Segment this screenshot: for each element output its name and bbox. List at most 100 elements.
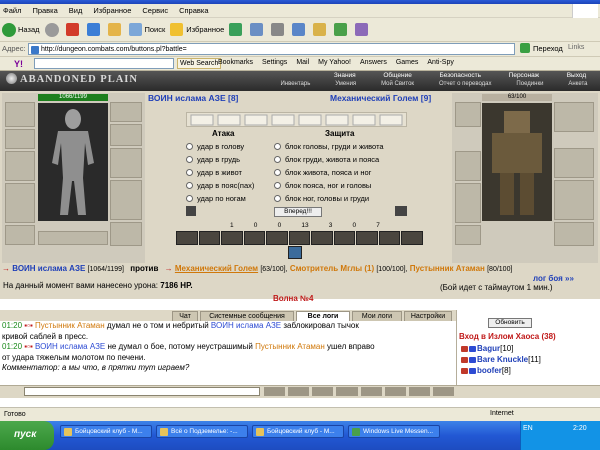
skill-icon[interactable] xyxy=(198,231,221,245)
chat-actor[interactable]: Пустынник Атаман xyxy=(35,321,105,330)
menu-tools[interactable]: Сервис xyxy=(142,6,168,15)
battle-log-link[interactable]: лог боя »» xyxy=(533,274,574,283)
yahoo-search-input[interactable] xyxy=(34,58,174,69)
nav-communication[interactable]: Общение xyxy=(383,72,412,80)
block-legs-head-chest-radio[interactable]: блок ног, головы и груди xyxy=(274,194,369,203)
menu-favorites[interactable]: Избранное xyxy=(93,6,131,15)
menu-edit[interactable]: Правка xyxy=(32,6,57,15)
chat-target[interactable]: Пустынник Атаман xyxy=(255,342,325,351)
task-button[interactable]: Windows Live Messen... xyxy=(348,425,440,438)
my-yahoo-link[interactable]: My Yahoo! xyxy=(318,59,351,66)
weapon-slot[interactable] xyxy=(5,151,35,181)
favorites-button[interactable]: Избранное xyxy=(170,23,224,36)
skill-icon[interactable] xyxy=(401,231,424,245)
menu-help[interactable]: Справка xyxy=(179,6,208,15)
address-input[interactable]: http://dungeon.combats.com/buttons.pl?ba… xyxy=(28,43,515,55)
attack-head-radio[interactable]: удар в голову xyxy=(186,142,244,151)
chat-target[interactable]: ВОИН ислама АЗЕ xyxy=(211,321,281,330)
left-fighter-name[interactable]: ВОИН ислама АЗЕ [8] xyxy=(148,93,238,103)
tool-icon[interactable] xyxy=(384,387,406,396)
menu-view[interactable]: Вид xyxy=(69,6,83,15)
research-button[interactable] xyxy=(355,23,371,36)
history-button[interactable] xyxy=(229,23,245,36)
block-belly-waist-legs-radio[interactable]: блок живота, пояса и ног xyxy=(274,168,371,177)
tab-system[interactable]: Системные сообщения xyxy=(200,311,294,321)
nav-transfers[interactable]: Отчет о переводах xyxy=(439,81,492,89)
forward-button[interactable] xyxy=(44,22,61,37)
user-item[interactable]: Bare Knuckle [11] xyxy=(461,355,541,364)
web-search-button[interactable]: Web Search xyxy=(177,58,222,69)
links-label[interactable]: Links xyxy=(568,44,584,51)
boots-slot[interactable] xyxy=(110,222,142,246)
go-button[interactable]: Переход xyxy=(520,43,563,53)
block-waist-legs-head-radio[interactable]: блок пояса, ног и головы xyxy=(274,181,371,190)
task-button[interactable]: Всё о Подземелье: -... xyxy=(156,425,248,438)
anti-spy-link[interactable]: Anti-Spy xyxy=(427,59,453,66)
user-item[interactable]: Bagur [10] xyxy=(461,344,513,353)
enemy-name[interactable]: Механический Голем xyxy=(175,264,258,273)
start-button[interactable]: пуск xyxy=(0,421,54,450)
block-head-chest-belly-radio[interactable]: блок головы, груди и живота xyxy=(274,142,384,151)
chat-log[interactable]: 01:20 ▪▫▪ Пустынник Атаман думал не о то… xyxy=(0,321,456,385)
tool-icon[interactable] xyxy=(312,387,334,396)
edit-button[interactable] xyxy=(292,23,308,36)
search-button[interactable]: Поиск xyxy=(128,23,165,36)
mail-link[interactable]: Mail xyxy=(296,59,309,66)
attack-submit-button[interactable]: Вперед!!! xyxy=(274,207,322,217)
gem-icon[interactable] xyxy=(288,246,302,259)
enemy-name[interactable]: Пустынник Атаман xyxy=(410,264,485,273)
tab-my-logs[interactable]: Мои логи xyxy=(352,311,402,321)
rings-slot[interactable] xyxy=(38,231,108,245)
refresh-button[interactable]: Обновить xyxy=(488,318,532,328)
bookmarks-button[interactable]: Bookmarks xyxy=(218,59,253,66)
tab-all-logs[interactable]: Все логи xyxy=(296,311,350,321)
block-chest-belly-waist-radio[interactable]: блок груди, живота и пояса xyxy=(274,155,379,164)
task-button[interactable]: Бойцовский клуб - М... xyxy=(252,425,344,438)
nav-scroll[interactable]: Мой Свиток xyxy=(381,81,414,89)
helmet-slot[interactable] xyxy=(5,102,35,127)
refresh-button[interactable] xyxy=(86,23,103,36)
attack-belly-radio[interactable]: удар в живот xyxy=(186,168,242,177)
answers-link[interactable]: Answers xyxy=(360,59,387,66)
chat-input[interactable] xyxy=(24,387,260,396)
attack-waist-radio[interactable]: удар в пояс(пах) xyxy=(186,181,254,190)
shield-slot[interactable] xyxy=(110,148,142,178)
skill-icon[interactable] xyxy=(311,231,333,245)
chat-actor[interactable]: ВОИН ислама АЗЕ xyxy=(35,342,105,351)
gloves-slot[interactable] xyxy=(110,124,142,146)
tool-icon[interactable] xyxy=(360,387,382,396)
games-link[interactable]: Games xyxy=(396,59,419,66)
language-indicator[interactable]: EN xyxy=(523,425,533,432)
left-fighter-avatar[interactable] xyxy=(38,103,108,221)
skull-icon[interactable] xyxy=(395,206,407,216)
tool-icon[interactable] xyxy=(264,387,286,396)
messenger-button[interactable] xyxy=(334,23,350,36)
discuss-button[interactable] xyxy=(313,23,329,36)
print-button[interactable] xyxy=(271,23,287,36)
stop-button[interactable] xyxy=(65,23,82,36)
settings-button[interactable]: Settings xyxy=(262,59,287,66)
nav-knowledge[interactable]: Знания xyxy=(334,72,356,80)
skill-icon[interactable] xyxy=(378,231,401,245)
necklace-slot[interactable] xyxy=(5,129,35,149)
nav-character[interactable]: Персонаж xyxy=(509,72,539,80)
armor-slot[interactable] xyxy=(5,183,35,223)
nav-profile[interactable]: Анкета xyxy=(568,81,587,89)
yahoo-logo[interactable]: Y! xyxy=(14,59,23,69)
skill-icon[interactable] xyxy=(243,231,266,245)
tool-icon[interactable] xyxy=(408,387,430,396)
skill-icon[interactable] xyxy=(266,231,288,245)
nav-duels[interactable]: Поединки xyxy=(516,81,543,89)
player-name[interactable]: ВОИН ислама АЗЕ xyxy=(12,264,85,273)
attack-legs-radio[interactable]: удар по ногам xyxy=(186,194,246,203)
menu-file[interactable]: Файл xyxy=(3,6,21,15)
tool-icon[interactable] xyxy=(288,387,310,396)
right-fighter-avatar[interactable] xyxy=(482,103,552,221)
tool-icon[interactable] xyxy=(432,387,454,396)
skill-icon[interactable] xyxy=(176,231,198,245)
skill-icon[interactable] xyxy=(356,231,378,245)
mail-button[interactable] xyxy=(250,23,266,36)
home-button[interactable] xyxy=(107,23,124,36)
attack-chest-radio[interactable]: удар в грудь xyxy=(186,155,240,164)
belt-slot[interactable] xyxy=(5,225,35,245)
